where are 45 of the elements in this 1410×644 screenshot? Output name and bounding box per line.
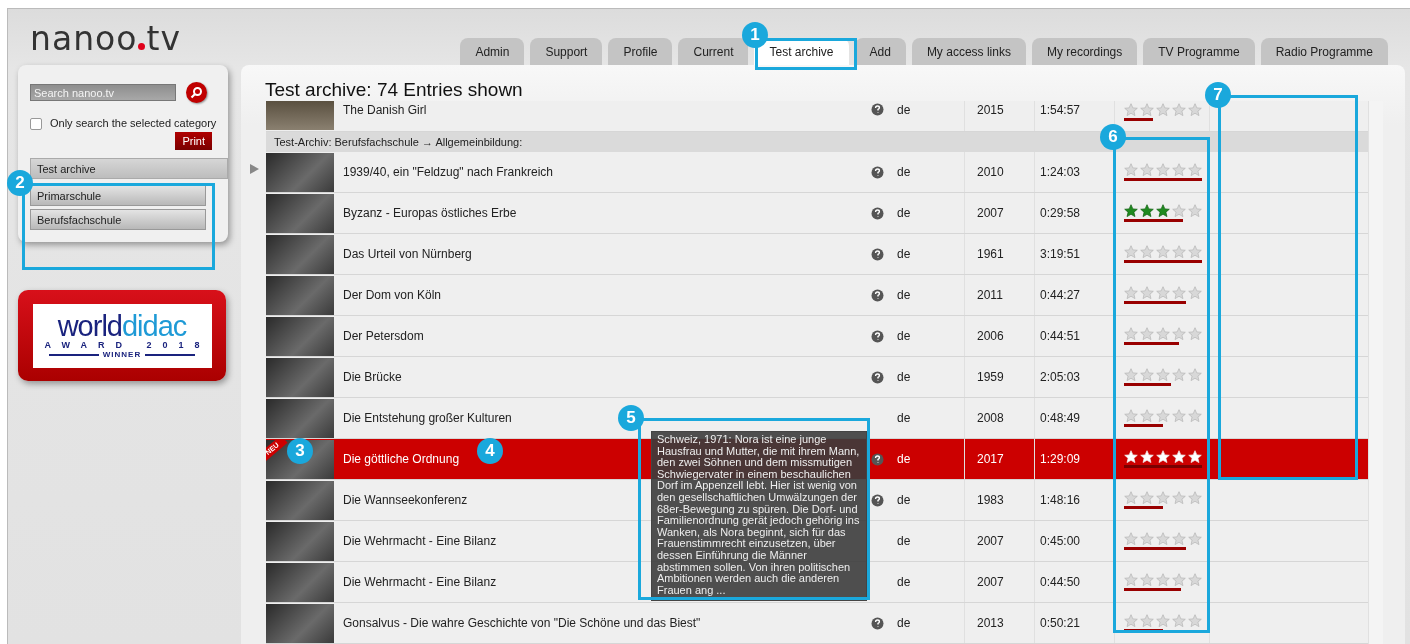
- duration-text: 1:48:16: [1040, 493, 1081, 507]
- language-text: de: [897, 329, 911, 343]
- language-text: de: [897, 534, 911, 548]
- year-text: 2007: [977, 206, 1004, 220]
- language-text: de: [897, 370, 911, 384]
- language-text: de: [897, 165, 911, 179]
- language-text: de: [897, 493, 911, 507]
- award-year-text: AWARD 2018: [44, 340, 211, 350]
- duration-text: 1:29:09: [1040, 452, 1081, 466]
- year-text: 2015: [977, 103, 1004, 117]
- language-text: de: [897, 411, 911, 425]
- year-text: 2010: [977, 165, 1004, 179]
- duration-text: 1:54:57: [1040, 103, 1081, 117]
- duration-text: 0:44:51: [1040, 329, 1081, 343]
- year-text: 2011: [977, 288, 1003, 302]
- description-tooltip: Schweiz, 1971: Nora ist eine junge Hausfrau und Mutter, die mit ihrem Mann, den zwei Söhnen und dem missmutigen Schwiegervater in einem beschaulichen Dorf im Appenzell lebt. Hier ist wenig von den gesellschaftlichen Umwälzungen der 68er-Bewegung zu spüren. Die Dorf- und Familienordnung gerät jedoch gehörig ins Wanken, als Nora beginnt, sich für das Frauenstimmrecht einzusetzen, über dessen Einführung die Männer abstimmen sollen. Von ihren politischen Ambitionen werden auch die anderen Frauen ang ...: [651, 431, 867, 602]
- year-text: 1983: [977, 493, 1004, 507]
- duration-text: 0:48:49: [1040, 411, 1081, 425]
- duration-text: 0:44:27: [1040, 288, 1081, 302]
- year-text: 2006: [977, 329, 1004, 343]
- duration-text: 0:50:21: [1040, 616, 1081, 630]
- year-text: 1959: [977, 370, 1004, 384]
- duration-text: 0:29:58: [1040, 206, 1081, 220]
- checkbox-label: Only search the selected category: [50, 116, 217, 131]
- duration-text: 3:19:51: [1040, 247, 1081, 261]
- language-text: de: [897, 206, 911, 220]
- award-logo-text: worlddidac: [57, 312, 187, 340]
- page-title: Test archive: 74 Entries shown: [265, 79, 523, 101]
- language-text: de: [897, 616, 911, 630]
- year-text: 2007: [977, 534, 1004, 548]
- language-text: de: [897, 452, 911, 466]
- year-text: 2008: [977, 411, 1004, 425]
- duration-text: 0:45:00: [1040, 534, 1081, 548]
- duration-text: 0:44:50: [1040, 575, 1081, 589]
- language-text: de: [897, 103, 911, 117]
- language-text: de: [897, 247, 911, 261]
- year-text: 2007: [977, 575, 1004, 589]
- winner-text: WINNER: [102, 350, 142, 359]
- duration-text: 1:24:03: [1040, 165, 1081, 179]
- year-text: 2017: [977, 452, 1004, 466]
- year-text: 1961: [977, 247, 1004, 261]
- language-text: de: [897, 575, 911, 589]
- language-text: de: [897, 288, 911, 302]
- duration-text: 2:05:03: [1040, 370, 1081, 384]
- year-text: 2013: [977, 616, 1004, 630]
